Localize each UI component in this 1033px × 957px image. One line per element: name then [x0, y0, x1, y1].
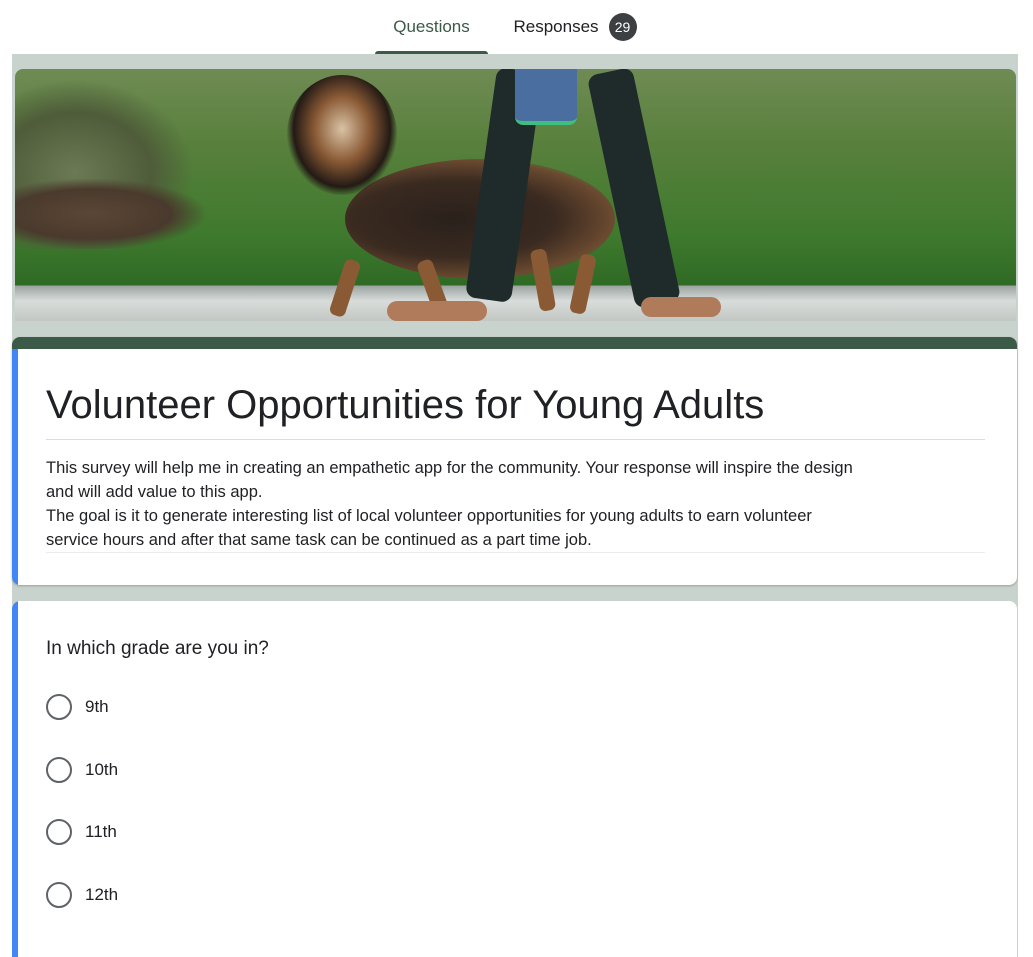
selected-card-indicator — [12, 601, 18, 957]
option-label: 11th — [85, 822, 117, 841]
tab-responses[interactable]: Responses 29 — [500, 0, 650, 54]
form-title[interactable]: Volunteer Opportunities for Young Adults — [46, 381, 986, 429]
radio-button[interactable] — [46, 882, 72, 908]
responses-count-badge: 29 — [608, 13, 637, 41]
header-image-person-leg — [586, 69, 682, 310]
option-label: 10th — [85, 760, 119, 779]
title-underline — [46, 439, 985, 440]
option-10th[interactable]: 10th — [46, 755, 118, 785]
header-image-dog-head — [287, 75, 397, 195]
forms-editor-page: Questions Responses 29 Volunteer Opportu… — [0, 0, 1033, 957]
option-label: 12th — [85, 885, 119, 904]
form-description-line: This survey will help me in creating an … — [46, 459, 853, 477]
tab-bar: Questions Responses 29 — [0, 0, 1033, 54]
form-description-line: service hours and after that same task c… — [46, 531, 592, 549]
question-card[interactable]: In which grade are you in? 9th 10th 11th… — [12, 601, 1017, 957]
header-image[interactable] — [15, 69, 1016, 321]
radio-button[interactable] — [46, 757, 72, 783]
header-image-shoe — [641, 297, 721, 317]
header-image-mulch — [15, 179, 205, 249]
header-image-shoe — [387, 301, 487, 321]
description-underline — [46, 552, 985, 553]
tab-questions-label: Questions — [393, 17, 470, 36]
form-description[interactable]: This survey will help me in creating an … — [46, 456, 986, 552]
radio-button[interactable] — [46, 819, 72, 845]
tab-questions[interactable]: Questions — [375, 0, 488, 54]
form-title-card[interactable]: Volunteer Opportunities for Young Adults… — [12, 337, 1017, 585]
theme-color-strip — [12, 337, 1017, 349]
tab-responses-label: Responses — [513, 17, 599, 36]
option-11th[interactable]: 11th — [46, 817, 117, 847]
radio-button[interactable] — [46, 694, 72, 720]
form-description-line: The goal is it to generate interesting l… — [46, 507, 812, 525]
form-description-line: and will add value to this app. — [46, 483, 263, 501]
header-image-dog-leg — [328, 257, 362, 319]
option-9th[interactable]: 9th — [46, 692, 109, 722]
question-title[interactable]: In which grade are you in? — [46, 637, 269, 661]
option-12th[interactable]: 12th — [46, 880, 118, 910]
selected-card-indicator — [12, 349, 18, 585]
header-image-treat-bag — [515, 69, 577, 125]
option-label: 9th — [85, 697, 109, 716]
